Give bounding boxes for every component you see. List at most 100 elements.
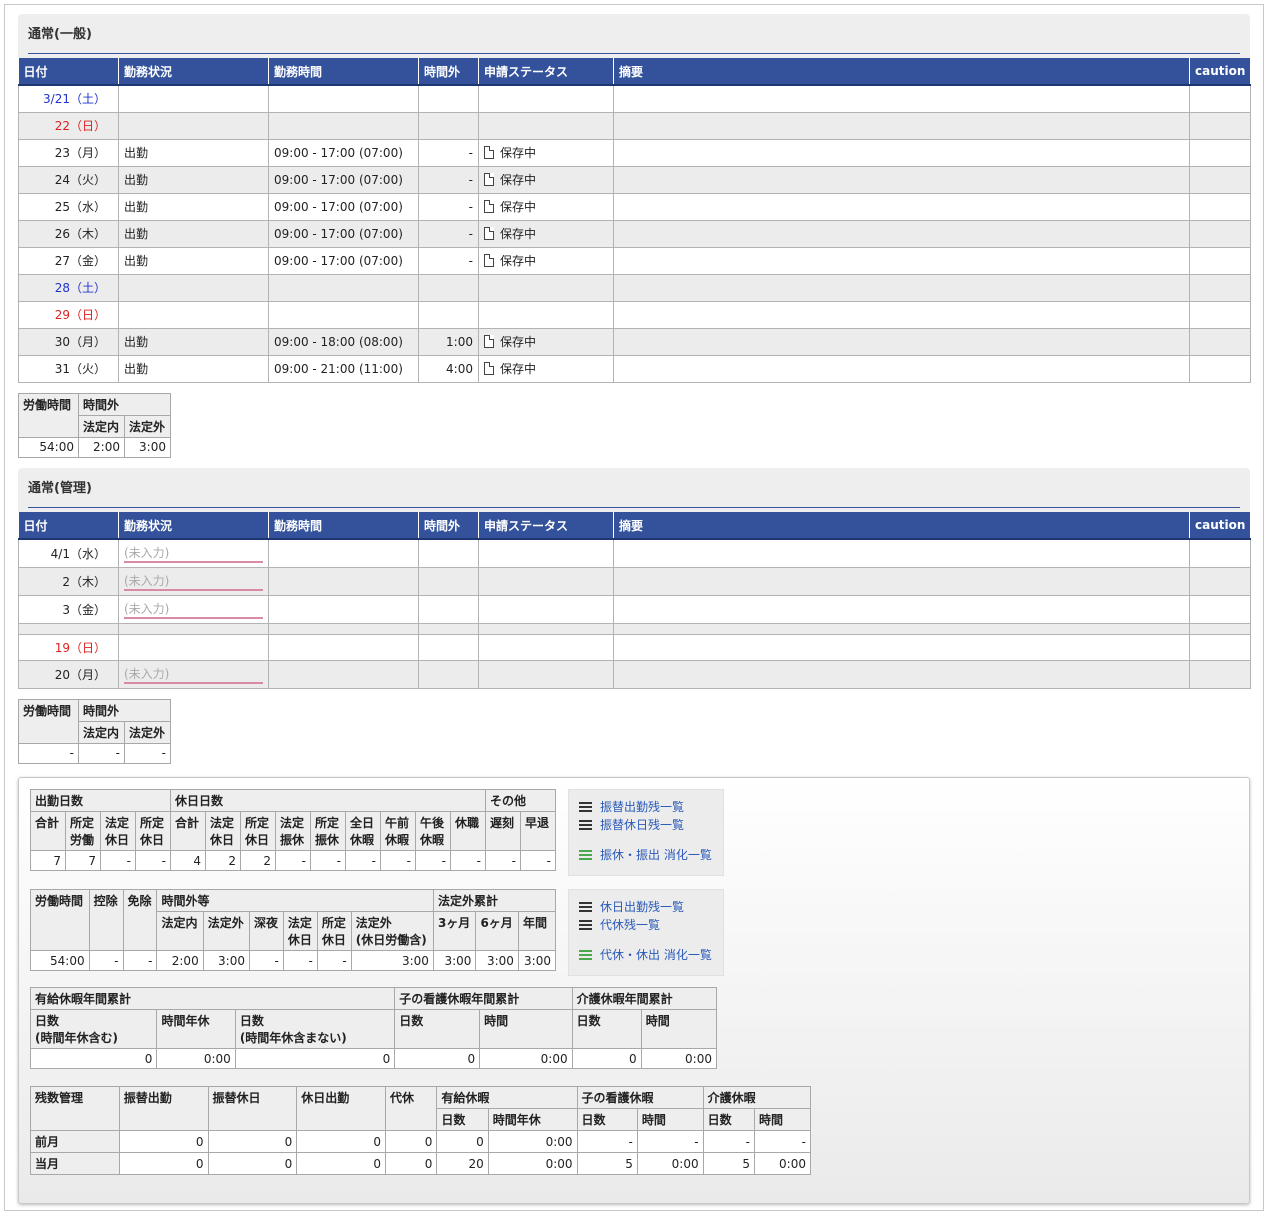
- table-row[interactable]: 2（木） (未入力): [18, 566, 1251, 596]
- remarks: [613, 138, 1190, 167]
- status-label[interactable]: 保存中: [500, 335, 536, 349]
- date-cell: 26（木）: [18, 219, 119, 248]
- list-link[interactable]: 休日出勤残一覧: [579, 898, 713, 916]
- list-link[interactable]: 振替休日残一覧: [579, 816, 713, 834]
- status-label[interactable]: 保存中: [500, 254, 536, 268]
- value-cell: 2: [205, 850, 241, 871]
- table-row[interactable]: 3（金） (未入力): [18, 594, 1251, 624]
- col-header: 所定 振休: [310, 811, 346, 851]
- application-status: [478, 594, 614, 624]
- compensatory-links: 休日出勤残一覧 代休残一覧代休・休出 消化一覧: [568, 889, 724, 976]
- work-status-input[interactable]: (未入力): [124, 599, 263, 619]
- remarks: [613, 111, 1190, 140]
- status-label[interactable]: 保存中: [500, 362, 536, 376]
- table-row[interactable]: 19（日）: [18, 633, 1251, 661]
- col-header: 日数: [576, 1108, 638, 1131]
- summary-table: 労働時間 時間外 法定内 法定外 - - -: [18, 698, 171, 764]
- table-row[interactable]: 31（火） 出勤 09:00 - 21:00 (11:00) 4:00 保存中: [18, 354, 1251, 383]
- document-icon[interactable]: [484, 227, 494, 240]
- application-status: 保存中: [478, 246, 614, 275]
- work-status-input[interactable]: (未入力): [124, 543, 263, 564]
- table-row[interactable]: 30（月） 出勤 09:00 - 18:00 (08:00) 1:00 保存中: [18, 327, 1251, 356]
- document-icon[interactable]: [484, 335, 494, 348]
- list-icon: [579, 920, 592, 930]
- table-row[interactable]: 3/21（土）: [18, 84, 1251, 113]
- table-row[interactable]: 24（火） 出勤 09:00 - 17:00 (07:00) - 保存中: [18, 165, 1251, 194]
- overtime: 1:00: [418, 327, 479, 356]
- value-cell: 0:00: [640, 1048, 718, 1069]
- col-header: 勤務状況: [118, 512, 269, 540]
- table-row[interactable]: 25（水） 出勤 09:00 - 17:00 (07:00) - 保存中: [18, 192, 1251, 221]
- labor-time-value: -: [18, 742, 79, 764]
- col-header: 申請ステータス: [478, 512, 614, 540]
- overtime: -: [418, 219, 479, 248]
- value-cell: 0: [296, 1152, 386, 1175]
- table-row[interactable]: 22（日）: [18, 111, 1251, 140]
- remarks: [613, 633, 1190, 661]
- value-cell: 0: [207, 1152, 298, 1175]
- table-row: 前月 0 0 0 0 0 0:00- - - -: [30, 1130, 811, 1153]
- date-cell: 3/21（土）: [18, 84, 119, 113]
- document-icon[interactable]: [484, 200, 494, 213]
- application-status: 保存中: [478, 138, 614, 167]
- table-row[interactable]: 28（土）: [18, 273, 1251, 302]
- section-general: 通常(一般) 日付 勤務状況 勤務時間 時間外 申請ステータス 摘要 caution 3/2…: [18, 14, 1251, 458]
- table-row[interactable]: 27（金） 出勤 09:00 - 17:00 (07:00) - 保存中: [18, 246, 1251, 275]
- list-link[interactable]: 代休・休出 消化一覧: [579, 946, 713, 964]
- overtime: -: [418, 246, 479, 275]
- table-row[interactable]: 4/1（水） (未入力): [18, 538, 1251, 568]
- value-cell: -: [275, 850, 311, 871]
- value-cell: 5: [576, 1152, 638, 1175]
- work-status-input[interactable]: (未入力): [124, 571, 263, 591]
- overtime: 4:00: [418, 354, 479, 383]
- table-row[interactable]: 26（木） 出勤 09:00 - 17:00 (07:00) - 保存中: [18, 219, 1251, 248]
- value-cell: 0:00: [156, 1048, 236, 1069]
- status-label[interactable]: 保存中: [500, 200, 536, 214]
- value-cell: -: [415, 850, 451, 871]
- table-row[interactable]: 20（月） (未入力): [18, 659, 1251, 689]
- work-status: 出勤: [118, 246, 269, 275]
- col-header: 所定 労働: [65, 811, 101, 851]
- work-hours: [268, 633, 419, 661]
- table-row[interactable]: 23（月） 出勤 09:00 - 17:00 (07:00) - 保存中: [18, 138, 1251, 167]
- document-icon[interactable]: [484, 254, 494, 267]
- list-link[interactable]: 振休・振出 消化一覧: [579, 846, 713, 864]
- document-icon[interactable]: [484, 173, 494, 186]
- application-status: [478, 633, 614, 661]
- overtime: [418, 273, 479, 302]
- col-header: 所定 休日: [316, 911, 352, 951]
- value-cell: -: [380, 850, 416, 871]
- caution: [1189, 354, 1251, 383]
- work-status-input[interactable]: (未入力): [124, 664, 263, 684]
- value-cell: -: [282, 950, 318, 971]
- col-header: 日数: [394, 1009, 481, 1049]
- paid-leave-annual-header: 有給休暇年間累計: [29, 987, 396, 1010]
- application-status: [478, 566, 614, 596]
- work-status: (未入力): [118, 594, 269, 624]
- col-header: 合計: [30, 811, 66, 851]
- list-link[interactable]: 代休残一覧: [579, 916, 713, 934]
- overtime: -: [418, 192, 479, 221]
- work-hours: [268, 300, 419, 329]
- list-link[interactable]: 振替出勤残一覧: [579, 798, 713, 816]
- value-cell: 3:00: [202, 950, 250, 971]
- work-hours: 09:00 - 17:00 (07:00): [268, 192, 419, 221]
- nursing-care-leave-annual-header: 介護休暇年間累計: [571, 987, 718, 1010]
- work-status: 出勤: [118, 219, 269, 248]
- document-icon[interactable]: [484, 362, 494, 375]
- work-status: [118, 633, 269, 661]
- status-label[interactable]: 保存中: [500, 146, 536, 160]
- col-header: 3ヶ月: [432, 911, 477, 951]
- remarks: [613, 165, 1190, 194]
- document-icon[interactable]: [484, 146, 494, 159]
- value-cell: 3:00: [432, 950, 477, 971]
- list-icon: [579, 820, 592, 830]
- value-cell: -: [636, 1130, 704, 1153]
- table-row[interactable]: 29（日）: [18, 300, 1251, 329]
- labor-time-header: 労働時間: [18, 698, 79, 744]
- labor-time-header: 労働時間: [18, 392, 79, 438]
- status-label[interactable]: 保存中: [500, 227, 536, 241]
- legal-out-header: 法定外: [124, 414, 171, 438]
- remarks: [613, 538, 1190, 568]
- status-label[interactable]: 保存中: [500, 173, 536, 187]
